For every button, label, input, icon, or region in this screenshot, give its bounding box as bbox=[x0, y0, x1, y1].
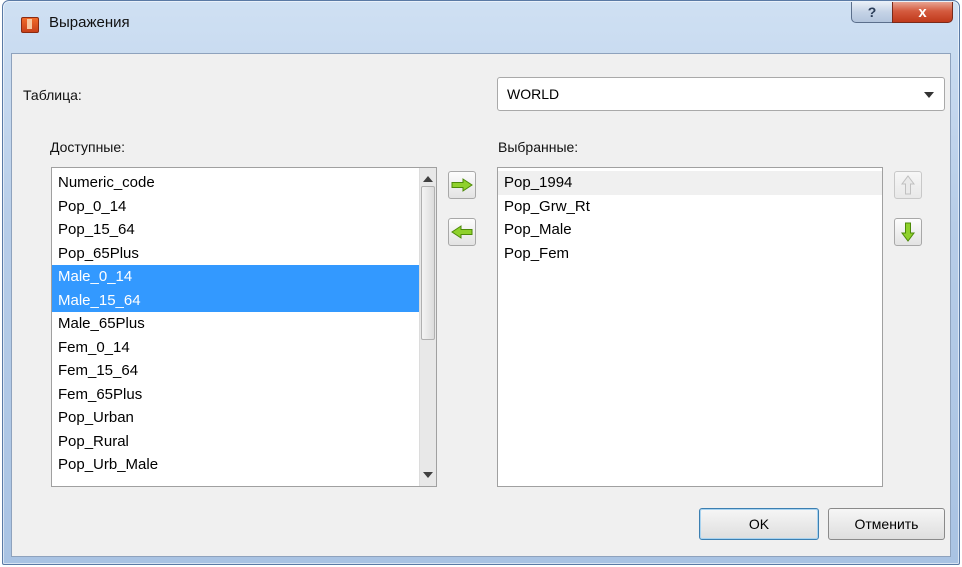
help-button[interactable]: ? bbox=[851, 2, 893, 23]
close-button[interactable]: x bbox=[892, 2, 953, 23]
available-list-item[interactable]: Male_0_14 bbox=[52, 265, 436, 289]
available-list-item[interactable]: Pop_Urban bbox=[52, 406, 436, 430]
chosen-list-item[interactable]: Pop_Male bbox=[498, 218, 882, 242]
available-list-item[interactable]: Pop_15_64 bbox=[52, 218, 436, 242]
scrollbar-thumb[interactable] bbox=[421, 186, 435, 340]
available-list-item[interactable]: Pop_Urb_Male bbox=[52, 453, 436, 477]
dialog-body: Таблица: WORLD Доступные: Выбранные: Num… bbox=[11, 53, 951, 557]
available-list-item[interactable]: Male_15_64 bbox=[52, 288, 436, 312]
title-bar[interactable]: Выражения ? x bbox=[3, 1, 959, 53]
chosen-list[interactable]: Pop_1994 Pop_Grw_Rt Pop_Male Pop_Fem bbox=[497, 167, 883, 487]
table-select[interactable]: WORLD bbox=[497, 77, 945, 111]
dialog-window: Выражения ? x Таблица: WORLD Доступные: … bbox=[2, 0, 960, 565]
available-label: Доступные: bbox=[50, 139, 126, 155]
scroll-down-icon[interactable] bbox=[423, 472, 433, 478]
table-select-value: WORLD bbox=[507, 86, 560, 102]
available-list-item[interactable]: Pop_65Plus bbox=[52, 242, 436, 266]
available-list-item[interactable]: Fem_0_14 bbox=[52, 336, 436, 360]
move-up-button[interactable] bbox=[894, 171, 922, 199]
available-list-item[interactable]: Pop_Rural bbox=[52, 430, 436, 454]
arrow-down-icon bbox=[901, 222, 915, 242]
available-scrollbar[interactable] bbox=[419, 168, 436, 486]
cancel-button[interactable]: Отменить bbox=[828, 508, 945, 540]
app-icon bbox=[21, 17, 39, 33]
chosen-label: Выбранные: bbox=[498, 139, 579, 155]
chosen-list-item[interactable]: Pop_Grw_Rt bbox=[498, 195, 882, 219]
chosen-list-item[interactable]: Pop_1994 bbox=[498, 171, 882, 195]
available-list-item[interactable]: Numeric_code bbox=[52, 171, 436, 195]
ok-button[interactable]: OK bbox=[699, 508, 819, 540]
arrow-right-icon bbox=[451, 178, 473, 192]
available-list[interactable]: Numeric_code Pop_0_14 Pop_15_64 Pop_65Plus M… bbox=[51, 167, 437, 487]
chevron-down-icon[interactable] bbox=[924, 92, 934, 98]
remove-field-button[interactable] bbox=[448, 218, 476, 246]
available-list-item[interactable]: Fem_15_64 bbox=[52, 359, 436, 383]
table-label: Таблица: bbox=[23, 87, 82, 103]
chosen-list-item[interactable]: Pop_Fem bbox=[498, 242, 882, 266]
arrow-up-icon bbox=[901, 175, 915, 195]
arrow-left-icon bbox=[451, 225, 473, 239]
available-list-item[interactable]: Fem_65Plus bbox=[52, 383, 436, 407]
add-field-button[interactable] bbox=[448, 171, 476, 199]
available-list-item[interactable]: Male_65Plus bbox=[52, 312, 436, 336]
window-title: Выражения bbox=[49, 14, 130, 31]
available-list-item[interactable]: Pop_0_14 bbox=[52, 195, 436, 219]
scroll-up-icon[interactable] bbox=[423, 176, 433, 182]
move-down-button[interactable] bbox=[894, 218, 922, 246]
